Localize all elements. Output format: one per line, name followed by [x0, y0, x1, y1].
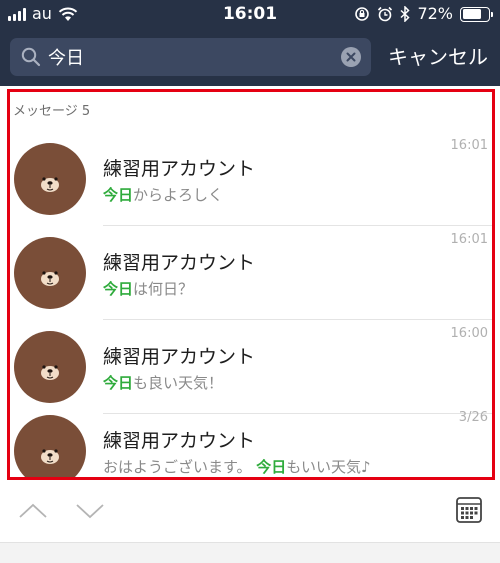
snippet-highlight: 今日 — [103, 280, 134, 298]
snippet-after: も良い天気！ — [133, 374, 224, 392]
list-item[interactable]: 練習用アカウント 今日も良い天気！ 16:00 — [10, 320, 492, 414]
search-icon — [21, 47, 41, 67]
chevron-down-icon — [76, 504, 104, 519]
bluetooth-icon — [400, 6, 411, 22]
snippet-after: からよろしく — [133, 186, 224, 204]
bear-face-icon — [41, 271, 59, 286]
avatar — [14, 415, 86, 477]
conversation-title: 練習用アカウント — [103, 430, 256, 452]
list-item[interactable]: 練習用アカウント 今日は何日？ 16:01 — [10, 226, 492, 320]
avatar — [14, 331, 86, 403]
snippet-highlight: 今日 — [103, 374, 134, 392]
avatar — [14, 143, 86, 215]
snippet-after: は何日？ — [133, 280, 194, 298]
message-snippet: おはようございます。 今日もいい天気♪ — [103, 456, 371, 477]
message-time: 16:00 — [450, 326, 488, 341]
battery-fill — [462, 9, 481, 19]
search-header: キャンセル — [0, 28, 500, 86]
message-time: 3/26 — [458, 410, 488, 425]
message-snippet: 今日からよろしく — [103, 184, 223, 205]
conversation-title: 練習用アカウント — [103, 158, 256, 180]
search-input[interactable] — [48, 42, 341, 72]
conversation-title: 練習用アカウント — [103, 346, 256, 368]
avatar — [14, 237, 86, 309]
list-item[interactable]: 練習用アカウント おはようございます。 今日もいい天気♪ 3/26 — [10, 404, 492, 477]
snippet-after: もいい天気♪ — [286, 458, 371, 476]
status-bar: au 16:01 72% — [0, 0, 500, 28]
bottom-toolbar — [0, 482, 500, 542]
calendar-icon — [456, 497, 482, 523]
message-time: 16:01 — [450, 232, 488, 247]
chevron-up-icon — [19, 503, 47, 518]
previous-result-button[interactable] — [18, 496, 48, 526]
search-results: メッセージ 5 練習用アカウント 今日からよろしく 16:01 練習用アカウント… — [7, 89, 495, 480]
battery-icon — [460, 6, 493, 22]
cancel-button[interactable]: キャンセル — [388, 42, 488, 72]
message-snippet: 今日は何日？ — [103, 278, 193, 299]
message-snippet: 今日も良い天気！ — [103, 372, 223, 393]
status-right: 72% — [354, 4, 493, 23]
list-item[interactable]: 練習用アカウント 今日からよろしく 16:01 — [10, 132, 492, 226]
snippet-highlight: 今日 — [256, 458, 287, 476]
bottom-strip — [0, 542, 500, 563]
bear-face-icon — [41, 449, 59, 464]
conversation-title: 練習用アカウント — [103, 252, 256, 274]
bear-face-icon — [41, 177, 59, 192]
clear-icon[interactable] — [341, 47, 361, 67]
battery-percent: 72% — [417, 4, 453, 23]
bear-face-icon — [41, 365, 59, 380]
search-field[interactable] — [10, 38, 371, 76]
clear-x-icon — [346, 52, 356, 62]
calendar-button[interactable] — [454, 495, 484, 525]
snippet-highlight: 今日 — [103, 186, 134, 204]
orientation-lock-icon — [355, 7, 370, 21]
alarm-icon — [378, 6, 393, 22]
next-result-button[interactable] — [75, 496, 105, 526]
snippet-before: おはようございます。 — [103, 458, 257, 476]
section-header-messages: メッセージ 5 — [13, 104, 91, 119]
message-time: 16:01 — [450, 138, 488, 153]
